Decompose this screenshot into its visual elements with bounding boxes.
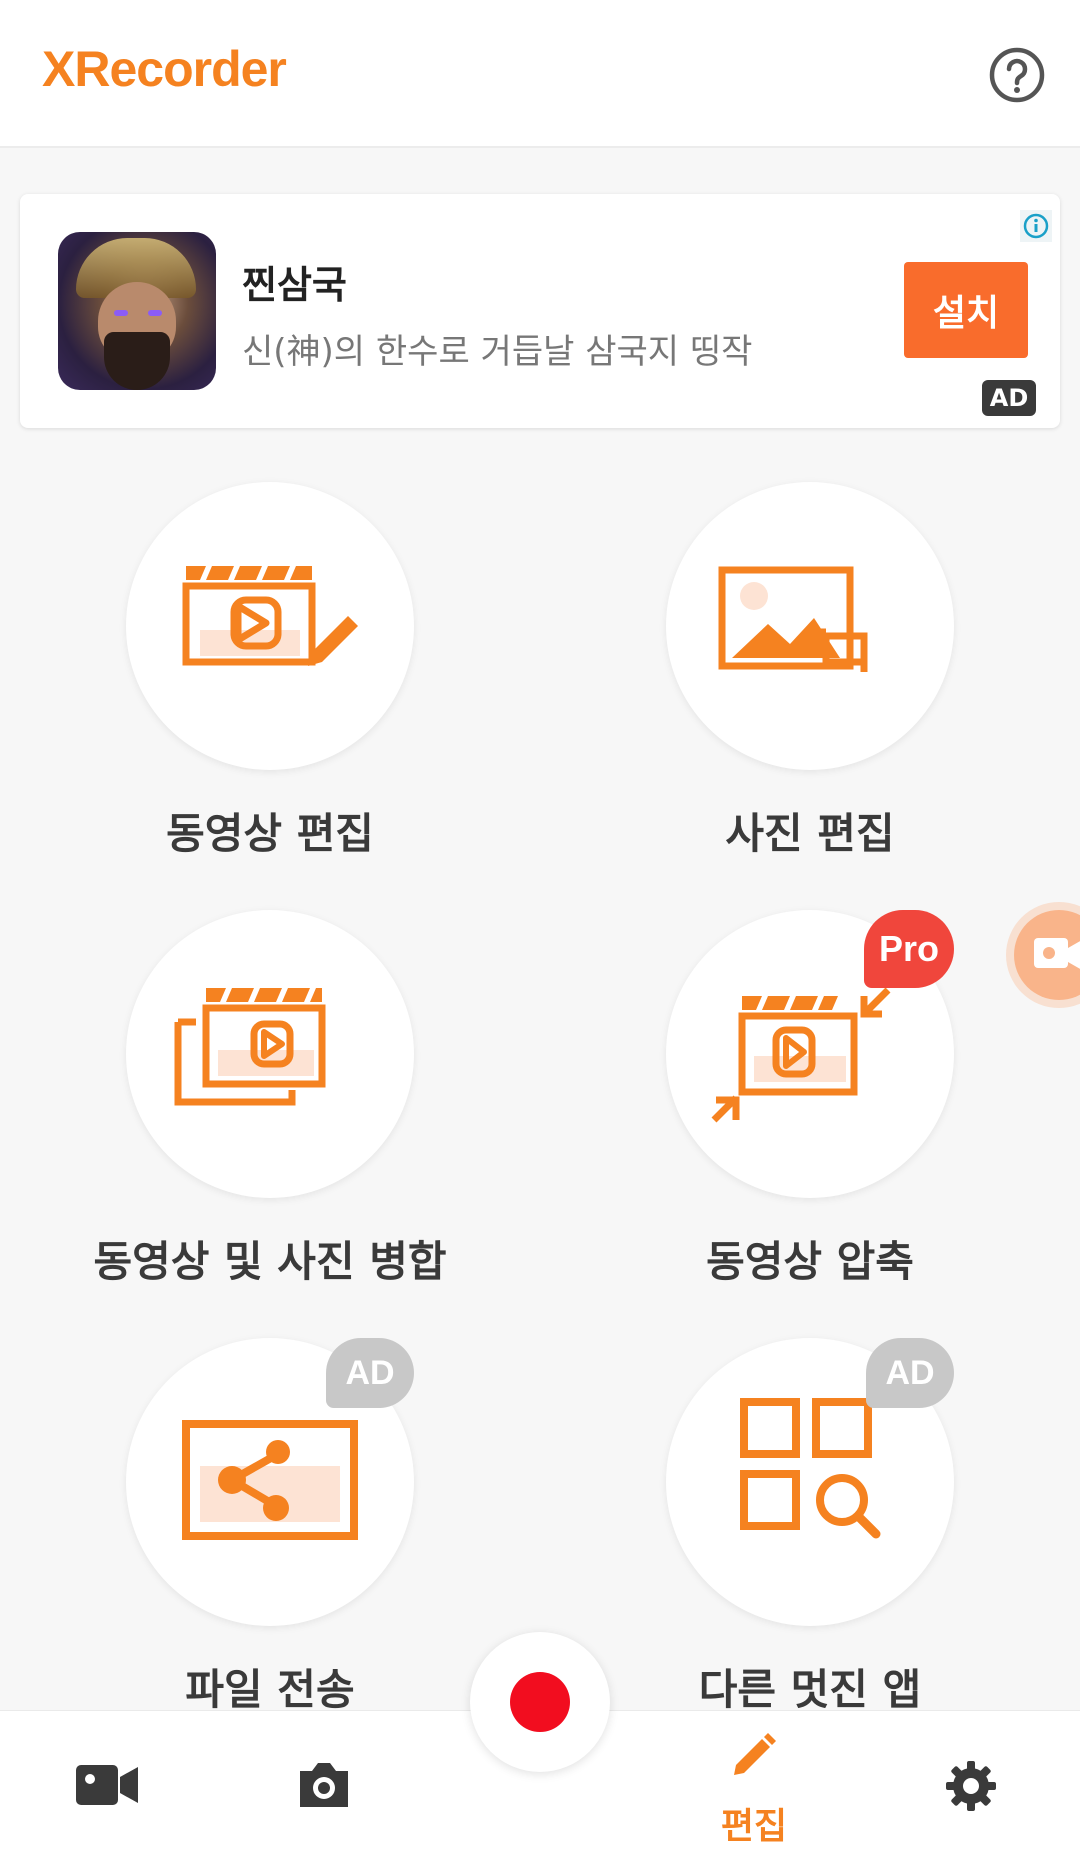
- nav-edit-label: 편집: [720, 1806, 788, 1847]
- ad-app-thumbnail[interactable]: [58, 232, 216, 390]
- pro-badge: Pro: [864, 910, 954, 988]
- tile-photo-edit[interactable]: 사진 편집: [540, 482, 1080, 858]
- tile-circle[interactable]: [126, 482, 414, 770]
- nav-screenshot[interactable]: [262, 1711, 382, 1859]
- nav-edit[interactable]: 편집: [694, 1711, 814, 1859]
- camera-icon: [300, 1763, 348, 1807]
- tile-merge[interactable]: 동영상 및 사진 병합: [0, 910, 540, 1286]
- tile-label: 동영상 편집: [166, 809, 374, 858]
- nav-settings[interactable]: [910, 1711, 1030, 1859]
- app-header: XRecorder: [0, 0, 1080, 148]
- tile-circle[interactable]: [666, 482, 954, 770]
- ad-banner[interactable]: 찐삼국 신(神)의 한수로 거듭날 삼국지 띵작 설치 AD: [20, 194, 1060, 428]
- help-circle-icon[interactable]: [988, 46, 1046, 104]
- ad-description: 신(神)의 한수로 거듭날 삼국지 띵작: [242, 332, 753, 372]
- app-logo: XRecorder: [42, 41, 287, 97]
- tile-compress[interactable]: 동영상 압축 Pro: [540, 910, 1080, 1286]
- tile-video-edit[interactable]: 동영상 편집: [0, 482, 540, 858]
- nav-video[interactable]: [48, 1711, 168, 1859]
- merge-icon: [174, 988, 326, 1106]
- pencil-icon: [734, 1733, 776, 1775]
- tile-label: 동영상 및 사진 병합: [93, 1237, 447, 1286]
- ad-badge: AD: [982, 380, 1036, 416]
- ad-title: 찐삼국: [242, 263, 347, 307]
- video-camera-icon: [1034, 938, 1080, 969]
- tile-label: 파일 전송: [185, 1665, 355, 1714]
- info-icon[interactable]: [1020, 210, 1052, 242]
- video-edit-icon: [182, 566, 358, 666]
- ad-badge: AD: [866, 1338, 954, 1408]
- ad-badge: AD: [326, 1338, 414, 1408]
- record-button[interactable]: [470, 1632, 610, 1772]
- gear-icon: [946, 1761, 996, 1811]
- tile-label: 사진 편집: [725, 809, 895, 858]
- tile-file-transfer[interactable]: 파일 전송 AD: [0, 1338, 540, 1714]
- tile-other-apps[interactable]: 다른 멋진 앱 AD: [540, 1338, 1080, 1714]
- tile-label: 동영상 압축: [706, 1237, 914, 1286]
- tile-circle[interactable]: [126, 910, 414, 1198]
- tile-label: 다른 멋진 앱: [698, 1665, 922, 1714]
- ad-install-button[interactable]: 설치: [904, 262, 1028, 358]
- video-camera-icon: [76, 1765, 138, 1805]
- photo-edit-icon: [718, 566, 868, 672]
- record-dot-icon: [510, 1672, 570, 1732]
